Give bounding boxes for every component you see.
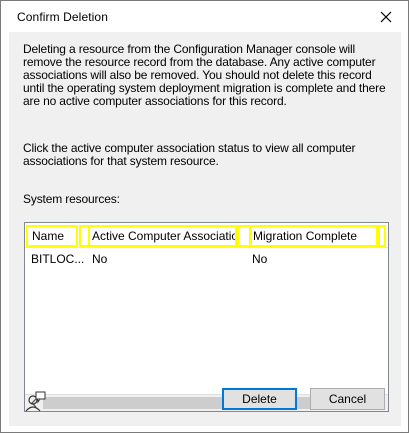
system-resources-label: System resources: [23, 192, 120, 206]
dialog-content: Deleting a resource from the Configurati… [9, 32, 401, 426]
cell-name: BITLOC... [31, 252, 85, 266]
help-button[interactable] [25, 391, 47, 413]
warning-message: Deleting a resource from the Configurati… [23, 42, 386, 108]
cancel-button[interactable]: Cancel [310, 388, 385, 410]
instruction-message: Click the active computer association st… [23, 141, 356, 168]
cell-active-computer-association[interactable]: No [92, 250, 107, 268]
column-header-migration-complete[interactable]: Migration Complete [250, 225, 378, 247]
dialog-title: Confirm Deletion [17, 10, 108, 24]
user-help-icon [25, 391, 46, 412]
column-header-spacer [237, 225, 251, 247]
confirm-deletion-dialog: Confirm Deletion Deleting a resource fro… [0, 0, 409, 433]
column-header-active-computer-association[interactable]: Active Computer Association [88, 225, 237, 247]
close-button[interactable] [372, 5, 400, 29]
cell-migration-complete: No [252, 252, 268, 266]
column-header-spacer [378, 225, 386, 247]
table-row[interactable]: BITLOC... No No [25, 250, 388, 268]
close-icon [380, 11, 392, 23]
title-bar: Confirm Deletion [1, 1, 408, 32]
delete-button[interactable]: Delete [222, 388, 297, 410]
list-header: Name Active Computer Association Migrati… [25, 223, 388, 248]
column-header-name[interactable]: Name [26, 225, 78, 247]
system-resources-list[interactable]: Name Active Computer Association Migrati… [24, 222, 389, 412]
